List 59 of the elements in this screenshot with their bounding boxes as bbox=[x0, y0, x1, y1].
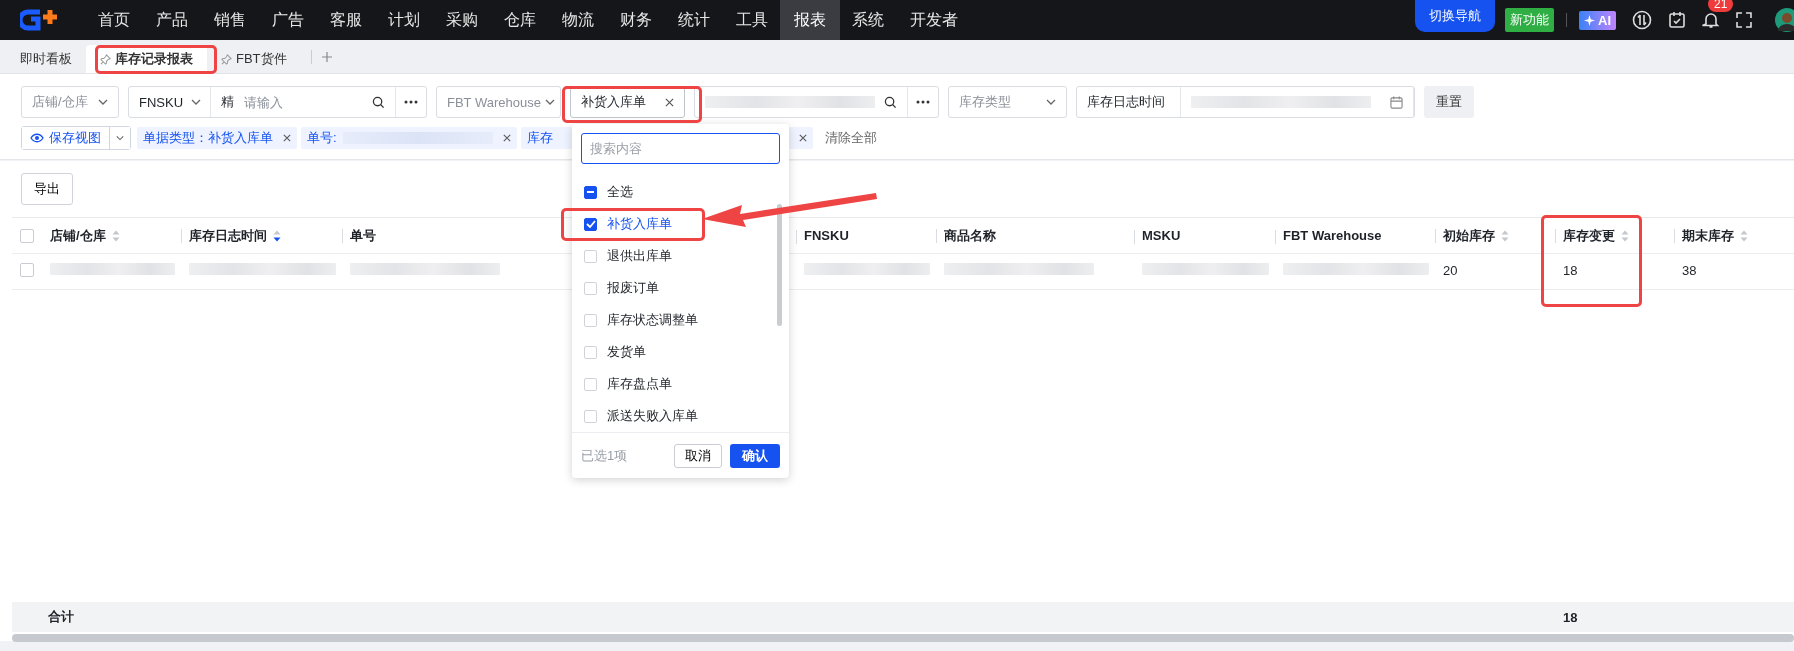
tag-label: 单据类型：补货入库单 bbox=[143, 129, 273, 147]
document-type-select[interactable]: 补货入库单 bbox=[570, 86, 685, 118]
column-header: MSKU bbox=[1142, 228, 1181, 243]
option-label[interactable]: 库存状态调整单 bbox=[607, 311, 698, 330]
match-mode-label[interactable]: 精 bbox=[221, 93, 234, 111]
date-type-label: 库存日志时间 bbox=[1077, 87, 1181, 117]
clear-all-link[interactable]: 清除全部 bbox=[824, 129, 877, 147]
column-header: 店铺/仓库 bbox=[50, 226, 106, 245]
nav-item[interactable]: 产品 bbox=[142, 0, 202, 40]
nav-item[interactable]: 工具 bbox=[722, 0, 782, 40]
option-label[interactable]: 全选 bbox=[607, 183, 633, 202]
summary-label: 合计 bbox=[47, 608, 75, 626]
page-tab[interactable]: 即时看板 bbox=[6, 45, 86, 73]
reset-button[interactable]: 重置 bbox=[1424, 86, 1474, 118]
column-header: 单号 bbox=[350, 226, 376, 245]
column-header: FNSKU bbox=[804, 228, 849, 243]
tag-label: 库存 bbox=[526, 129, 553, 147]
nav-item[interactable]: 系统 bbox=[838, 0, 898, 40]
nav-item[interactable]: 采购 bbox=[432, 0, 492, 40]
selected-count: 已选1项 bbox=[581, 446, 629, 465]
option-label[interactable]: 派送失败入库单 bbox=[607, 407, 698, 426]
nav-item[interactable]: 开发者 bbox=[896, 0, 972, 40]
column-header: 商品名称 bbox=[944, 226, 996, 245]
table-cell: 20 bbox=[1443, 263, 1458, 278]
notification-count: 21 bbox=[1708, 0, 1734, 12]
option-label[interactable]: 发货单 bbox=[607, 343, 646, 362]
page-tab[interactable]: FBT货件 bbox=[207, 45, 301, 73]
column-header: 初始库存 bbox=[1443, 226, 1495, 245]
column-header: FBT Warehouse bbox=[1283, 228, 1382, 243]
nav-item[interactable]: 广告 bbox=[258, 0, 318, 40]
switch-navigation-button[interactable]: 切换导航 bbox=[1415, 0, 1495, 32]
nav-item[interactable]: 仓库 bbox=[490, 0, 550, 40]
tag-label: 单号: bbox=[307, 129, 337, 147]
column-header: 期末库存 bbox=[1682, 226, 1734, 245]
nav-item[interactable]: 报表 bbox=[780, 0, 840, 40]
column-header: 库存变更 bbox=[1563, 226, 1615, 245]
nav-item[interactable]: 销售 bbox=[200, 0, 260, 40]
option-label[interactable]: 库存盘点单 bbox=[607, 375, 672, 394]
nav-item[interactable]: 计划 bbox=[374, 0, 434, 40]
option-label[interactable]: 退供出库单 bbox=[607, 247, 672, 266]
filter-tag[interactable]: 单号: bbox=[301, 127, 517, 149]
export-button[interactable]: 导出 bbox=[21, 173, 73, 205]
nav-item[interactable]: 物流 bbox=[548, 0, 608, 40]
fnsku-select[interactable]: FNSKU bbox=[129, 87, 211, 117]
search-field[interactable]: 搜索内容 bbox=[581, 133, 780, 165]
summary-value: 18 bbox=[1563, 609, 1578, 625]
confirm-button[interactable]: 确认 bbox=[730, 443, 780, 468]
table-cell: 18 bbox=[1563, 263, 1578, 278]
column-header: 库存日志时间 bbox=[189, 226, 267, 245]
nav-item[interactable]: 统计 bbox=[664, 0, 724, 40]
nav-item[interactable]: 财务 bbox=[606, 0, 666, 40]
nav-item[interactable]: 客服 bbox=[316, 0, 376, 40]
nav-item[interactable]: 首页 bbox=[84, 0, 144, 40]
option-label[interactable]: 报废订单 bbox=[607, 279, 659, 298]
filter-tag[interactable]: 单据类型：补货入库单 bbox=[137, 127, 297, 149]
cancel-button[interactable]: 取消 bbox=[674, 443, 722, 468]
option-label[interactable]: 补货入库单 bbox=[607, 215, 672, 234]
table-cell: 38 bbox=[1682, 263, 1697, 278]
save-view-button[interactable]: 保存视图 bbox=[22, 127, 110, 149]
